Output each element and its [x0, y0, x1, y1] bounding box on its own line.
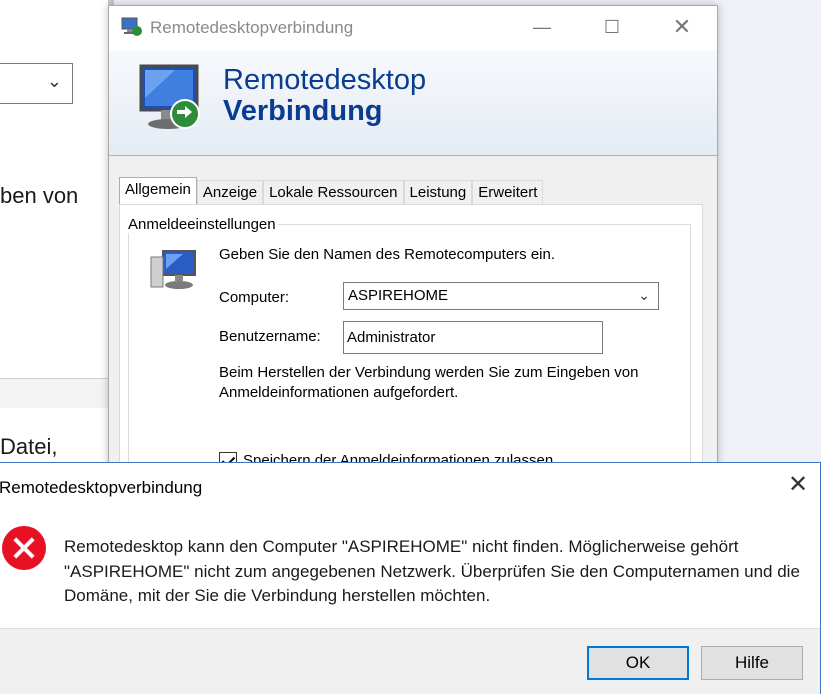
computer-icon [150, 250, 196, 289]
dialog-footer: OK Hilfe [0, 628, 820, 694]
dialog-title: Remotedesktopverbindung [0, 478, 203, 497]
rdp-window: Remotedesktopverbindung — ☐ ✕ Remotedesk… [108, 5, 718, 475]
hint-text: Geben Sie den Namen des Remotecomputers … [219, 246, 556, 263]
error-message: Remotedesktop kann den Computer "ASPIREH… [64, 537, 800, 605]
computer-label: Computer: [219, 289, 290, 306]
username-label: Benutzername: [219, 328, 321, 345]
computer-combobox[interactable]: ASPIREHOME ⌄ [343, 282, 659, 310]
rdp-app-icon [121, 17, 142, 36]
tab-bar: Allgemein Anzeige Lokale Ressourcen Leis… [119, 177, 544, 204]
tab-erweitert[interactable]: Erweitert [472, 180, 544, 204]
error-icon [2, 526, 46, 570]
title-bar[interactable]: Remotedesktopverbindung — ☐ ✕ [109, 6, 717, 50]
background-text: Datei, [0, 434, 58, 459]
banner: Remotedesktop Verbindung [109, 50, 717, 156]
minimize-button[interactable]: — [527, 14, 557, 42]
tab-allgemein[interactable]: Allgemein [119, 177, 197, 204]
close-button[interactable]: ✕ [783, 472, 813, 500]
group-label: Anmeldeeinstellungen [126, 216, 278, 233]
background-divider [0, 378, 108, 408]
background-window: ⌄ ben von Datei, [0, 0, 108, 470]
tab-leistung[interactable]: Leistung [403, 180, 473, 204]
maximize-button[interactable]: ☐ [597, 14, 627, 42]
chevron-down-icon[interactable]: ⌄ [638, 287, 650, 304]
banner-title: Remotedesktop [223, 64, 427, 96]
close-button[interactable]: ✕ [667, 14, 697, 42]
window-title: Remotedesktopverbindung [150, 18, 354, 37]
background-dropdown[interactable]: ⌄ [0, 63, 73, 104]
error-dialog: Remotedesktopverbindung ✕ Remotedesktop … [0, 462, 821, 694]
tab-anzeige[interactable]: Anzeige [196, 180, 264, 204]
remote-desktop-icon [139, 64, 200, 129]
chevron-down-icon: ⌄ [46, 71, 62, 91]
computer-value: ASPIREHOME [348, 287, 449, 304]
tab-lokale-ressourcen[interactable]: Lokale Ressourcen [263, 180, 404, 204]
ok-button[interactable]: OK [587, 646, 689, 680]
info-text: Beim Herstellen der Verbindung werden Si… [219, 364, 639, 401]
banner-subtitle: Verbindung [223, 95, 383, 127]
help-button[interactable]: Hilfe [701, 646, 803, 680]
background-text: ben von [0, 183, 79, 208]
username-field[interactable] [343, 321, 603, 354]
